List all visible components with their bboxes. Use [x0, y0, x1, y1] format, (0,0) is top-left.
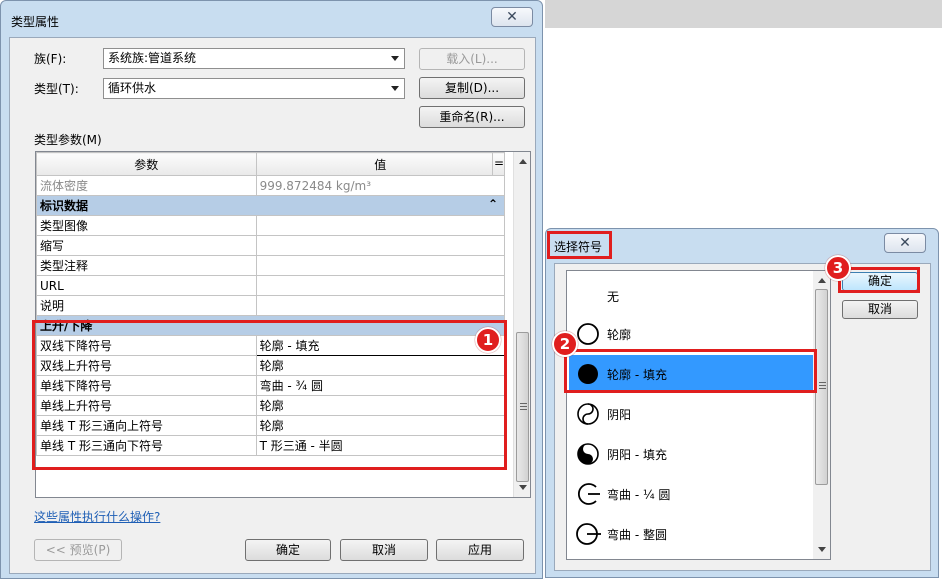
highlight-box-title — [547, 231, 612, 259]
symbol-label: 弯曲 - 整圆 — [607, 527, 667, 542]
apply-button[interactable]: 应用 — [436, 539, 524, 561]
grid-scrollbar[interactable] — [513, 152, 530, 497]
table-row[interactable]: 类型注释 — [36, 255, 506, 276]
yin-yang-filled-icon — [577, 443, 599, 465]
load-button[interactable]: 载入(L)... — [419, 48, 525, 70]
list-item[interactable]: 阴阳 — [569, 395, 813, 433]
ok-button[interactable]: 确定 — [245, 539, 331, 561]
symbol-list-scrollbar[interactable] — [813, 271, 830, 559]
column-header-param[interactable]: 参数 — [36, 152, 257, 176]
param-name: 类型图像 — [36, 215, 257, 236]
symbol-dialog-client: 无 轮廓 轮廓 - 填充 阴阳 阴阳 - 填充 弯曲 - ¼ 圆 弯曲 - 整圆… — [554, 263, 931, 571]
chevron-down-icon — [391, 56, 399, 61]
scroll-down-icon[interactable] — [519, 485, 527, 490]
list-item[interactable]: 弯曲 - 整圆 — [569, 515, 813, 553]
step-badge-1: 1 — [475, 327, 501, 353]
symbol-cancel-button[interactable]: 取消 — [842, 300, 918, 319]
scroll-down-icon[interactable] — [818, 547, 826, 552]
scroll-up-icon[interactable] — [818, 278, 826, 283]
param-name: 缩写 — [36, 235, 257, 256]
param-value[interactable] — [255, 235, 506, 256]
param-value[interactable] — [255, 215, 506, 236]
background-strip — [545, 0, 942, 28]
param-name: URL — [36, 275, 257, 296]
family-value: 系统族:管道系统 — [108, 51, 197, 65]
cancel-button[interactable]: 取消 — [340, 539, 428, 561]
rename-button[interactable]: 重命名(R)... — [419, 106, 525, 128]
list-item[interactable]: 轮廓 — [569, 315, 813, 353]
scrollbar-thumb[interactable] — [516, 332, 529, 482]
param-value: 999.872484 kg/m³ — [255, 175, 506, 196]
symbol-label: 弯曲 - ¼ 圆 — [607, 487, 671, 502]
collapse-icon[interactable]: ⌃ — [488, 197, 498, 211]
circle-outline-icon — [577, 323, 599, 345]
param-name: 说明 — [36, 295, 257, 316]
highlight-box-rise-drop — [32, 320, 507, 470]
equals-column-header[interactable]: = — [492, 152, 505, 175]
family-dropdown[interactable]: 系统族:管道系统 — [103, 48, 405, 69]
table-row[interactable]: 说明 — [36, 295, 506, 316]
symbol-label: 无 — [607, 289, 620, 304]
preview-button[interactable]: << 预览(P) — [34, 539, 122, 561]
bend-full-circle-icon — [576, 523, 601, 545]
step-badge-2: 2 — [552, 331, 578, 357]
dialog-client: 族(F): 系统族:管道系统 载入(L)... 类型(T): 循环供水 复制(D… — [9, 37, 536, 574]
family-label: 族(F): — [34, 52, 67, 66]
param-value[interactable] — [255, 295, 506, 316]
symbol-list[interactable]: 无 轮廓 轮廓 - 填充 阴阳 阴阳 - 填充 弯曲 - ¼ 圆 弯曲 - 整圆 — [566, 270, 831, 560]
table-row[interactable]: URL — [36, 275, 506, 296]
list-item[interactable]: 无 — [569, 277, 813, 315]
symbol-label: 轮廓 — [607, 327, 632, 342]
scroll-up-icon[interactable] — [519, 159, 527, 164]
help-link[interactable]: 这些属性执行什么操作? — [34, 508, 160, 525]
highlight-box-selected-symbol — [564, 349, 817, 393]
type-properties-dialog: 类型属性 ✕ 族(F): 系统族:管道系统 载入(L)... 类型(T): 循环… — [0, 0, 543, 579]
table-row[interactable]: 缩写 — [36, 235, 506, 256]
table-row[interactable]: 类型图像 — [36, 215, 506, 236]
close-button[interactable]: ✕ — [491, 7, 533, 27]
param-value[interactable] — [255, 275, 506, 296]
group-label: 标识数据 — [40, 199, 89, 213]
dialog-title: 类型属性 — [11, 15, 60, 29]
close-button[interactable]: ✕ — [884, 233, 926, 253]
select-symbol-dialog: 选择符号 ✕ 无 轮廓 轮廓 - 填充 阴阳 阴阳 - 填充 弯曲 - ¼ 圆 … — [545, 228, 939, 578]
param-name: 类型注释 — [36, 255, 257, 276]
table-row[interactable]: 流体密度 999.872484 kg/m³ — [36, 175, 506, 196]
bend-quarter-circle-icon — [577, 483, 600, 505]
param-value[interactable] — [255, 255, 506, 276]
list-item[interactable]: 弯曲 - ¼ 圆 — [569, 475, 813, 513]
type-value: 循环供水 — [108, 81, 157, 95]
duplicate-button[interactable]: 复制(D)... — [419, 77, 525, 99]
symbol-label: 阴阳 — [607, 407, 632, 422]
group-header-identity[interactable]: 标识数据 ⌃ — [36, 195, 505, 216]
type-label: 类型(T): — [34, 82, 79, 96]
column-header-value[interactable]: 值 — [255, 152, 506, 176]
chevron-down-icon — [391, 86, 399, 91]
param-name: 流体密度 — [36, 175, 257, 196]
yin-yang-icon — [577, 403, 599, 425]
step-badge-3: 3 — [825, 255, 851, 281]
type-parameters-label: 类型参数(M) — [34, 133, 102, 147]
list-item[interactable]: 阴阳 - 填充 — [569, 435, 813, 473]
symbol-label: 阴阳 - 填充 — [607, 447, 667, 462]
type-dropdown[interactable]: 循环供水 — [103, 78, 405, 99]
